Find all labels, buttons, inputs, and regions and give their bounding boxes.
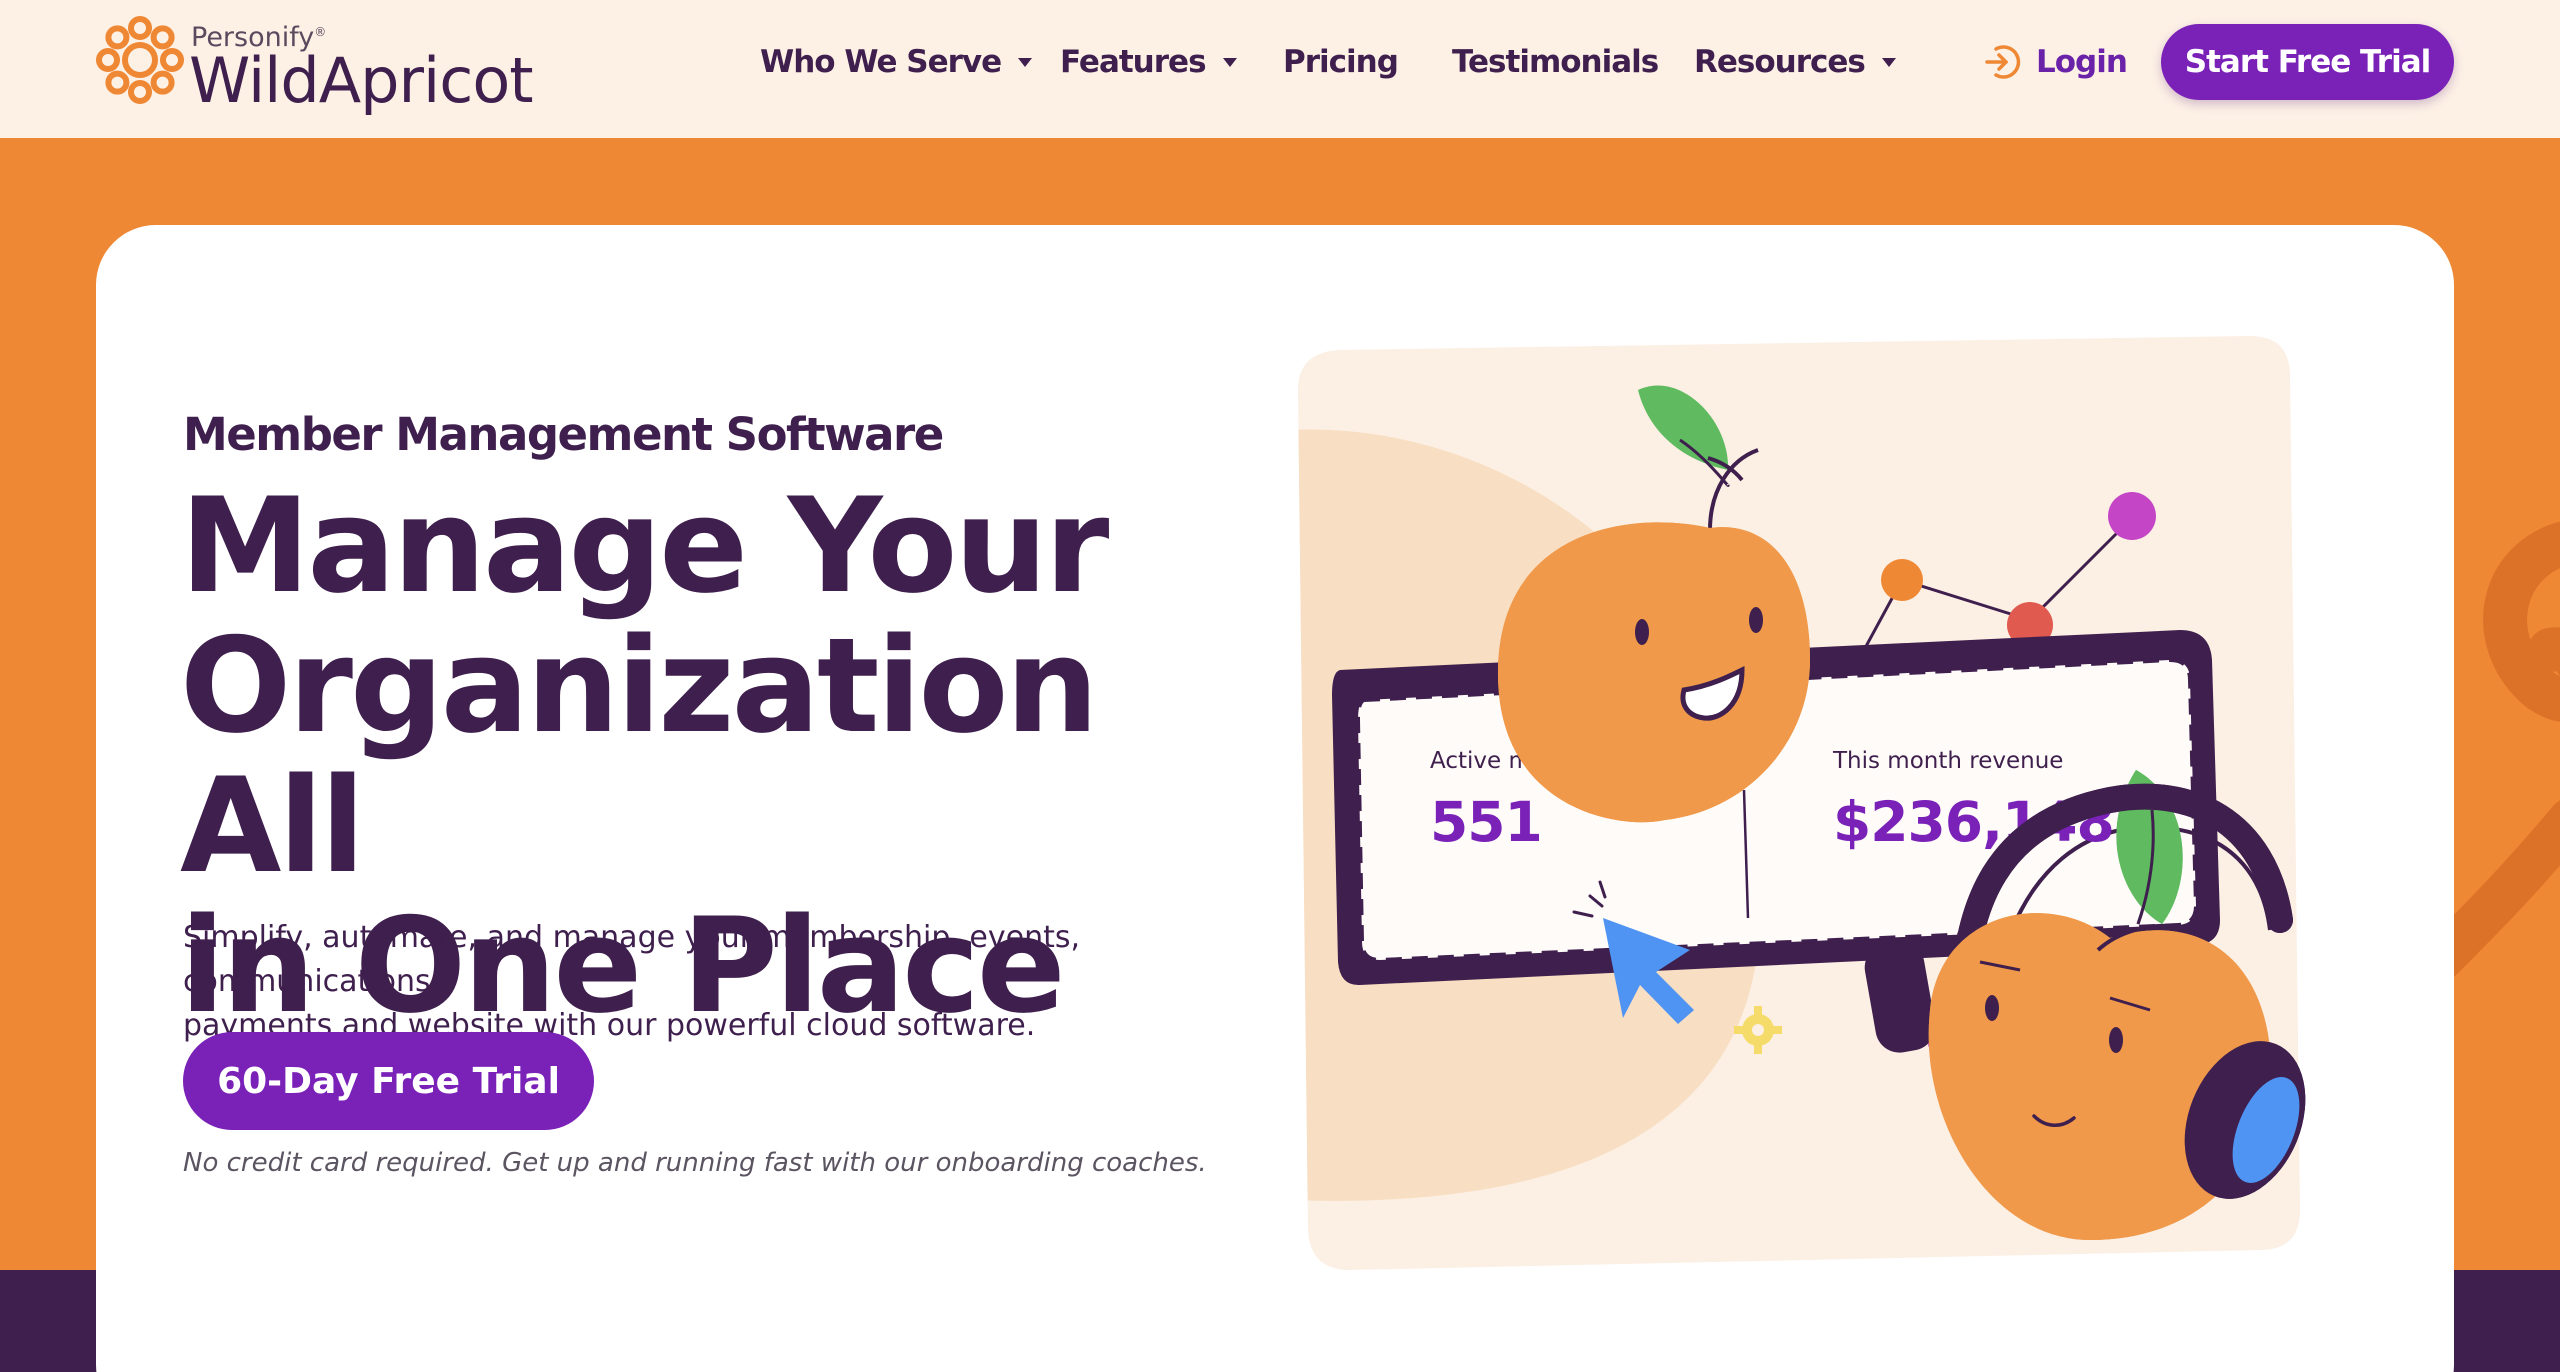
- nav-label: Features: [1060, 44, 1207, 80]
- hero-description: Simplify, automate, and manage your memb…: [183, 916, 1183, 1048]
- nav-label: Testimonials: [1452, 44, 1659, 80]
- nav-resources[interactable]: Resources: [1694, 38, 1896, 86]
- caret-down-icon: [1018, 57, 1033, 67]
- logo-wordmark: WildApricot: [189, 44, 534, 117]
- description-line: Simplify, automate, and manage your memb…: [183, 920, 1081, 999]
- logo[interactable]: Personify® WildApricot: [94, 14, 534, 117]
- caret-down-icon: [1222, 57, 1237, 67]
- hero-note: No credit card required. Get up and runn…: [183, 1148, 1207, 1178]
- login-label: Login: [2036, 44, 2128, 80]
- headline-line: Manage Your: [180, 469, 1109, 622]
- start-free-trial-button[interactable]: Start Free Trial: [2161, 24, 2454, 100]
- stat-value-active-members: 551: [1430, 790, 1543, 854]
- login-icon: [1985, 45, 2021, 79]
- nav-testimonials[interactable]: Testimonials: [1452, 38, 1659, 86]
- nav-label: Pricing: [1283, 44, 1399, 80]
- nav-label: Resources: [1694, 44, 1866, 80]
- site-header: Personify® WildApricot Who We Serve Feat…: [0, 0, 2560, 138]
- decorative-swirl-icon: [2440, 522, 2560, 980]
- nav-features[interactable]: Features: [1060, 38, 1237, 86]
- nav-who-we-serve[interactable]: Who We Serve: [760, 38, 1033, 86]
- hero-illustration: Active members 551 This month revenue $2…: [1290, 330, 2330, 1280]
- free-trial-button[interactable]: 60-Day Free Trial: [183, 1032, 594, 1130]
- stat-value-revenue: $236,148: [1833, 790, 2115, 854]
- stat-label-revenue: This month revenue: [1833, 748, 2064, 774]
- stat-label-active-members: Active members: [1430, 748, 1618, 774]
- nav-pricing[interactable]: Pricing: [1283, 38, 1399, 86]
- login-link[interactable]: Login: [1982, 38, 2128, 86]
- nav-label: Who We Serve: [760, 44, 1002, 80]
- hero-eyebrow: Member Management Software: [183, 408, 944, 461]
- headline-line: Organization All: [180, 609, 1099, 902]
- apricot-flower-icon: [96, 16, 184, 104]
- caret-down-icon: [1881, 57, 1896, 67]
